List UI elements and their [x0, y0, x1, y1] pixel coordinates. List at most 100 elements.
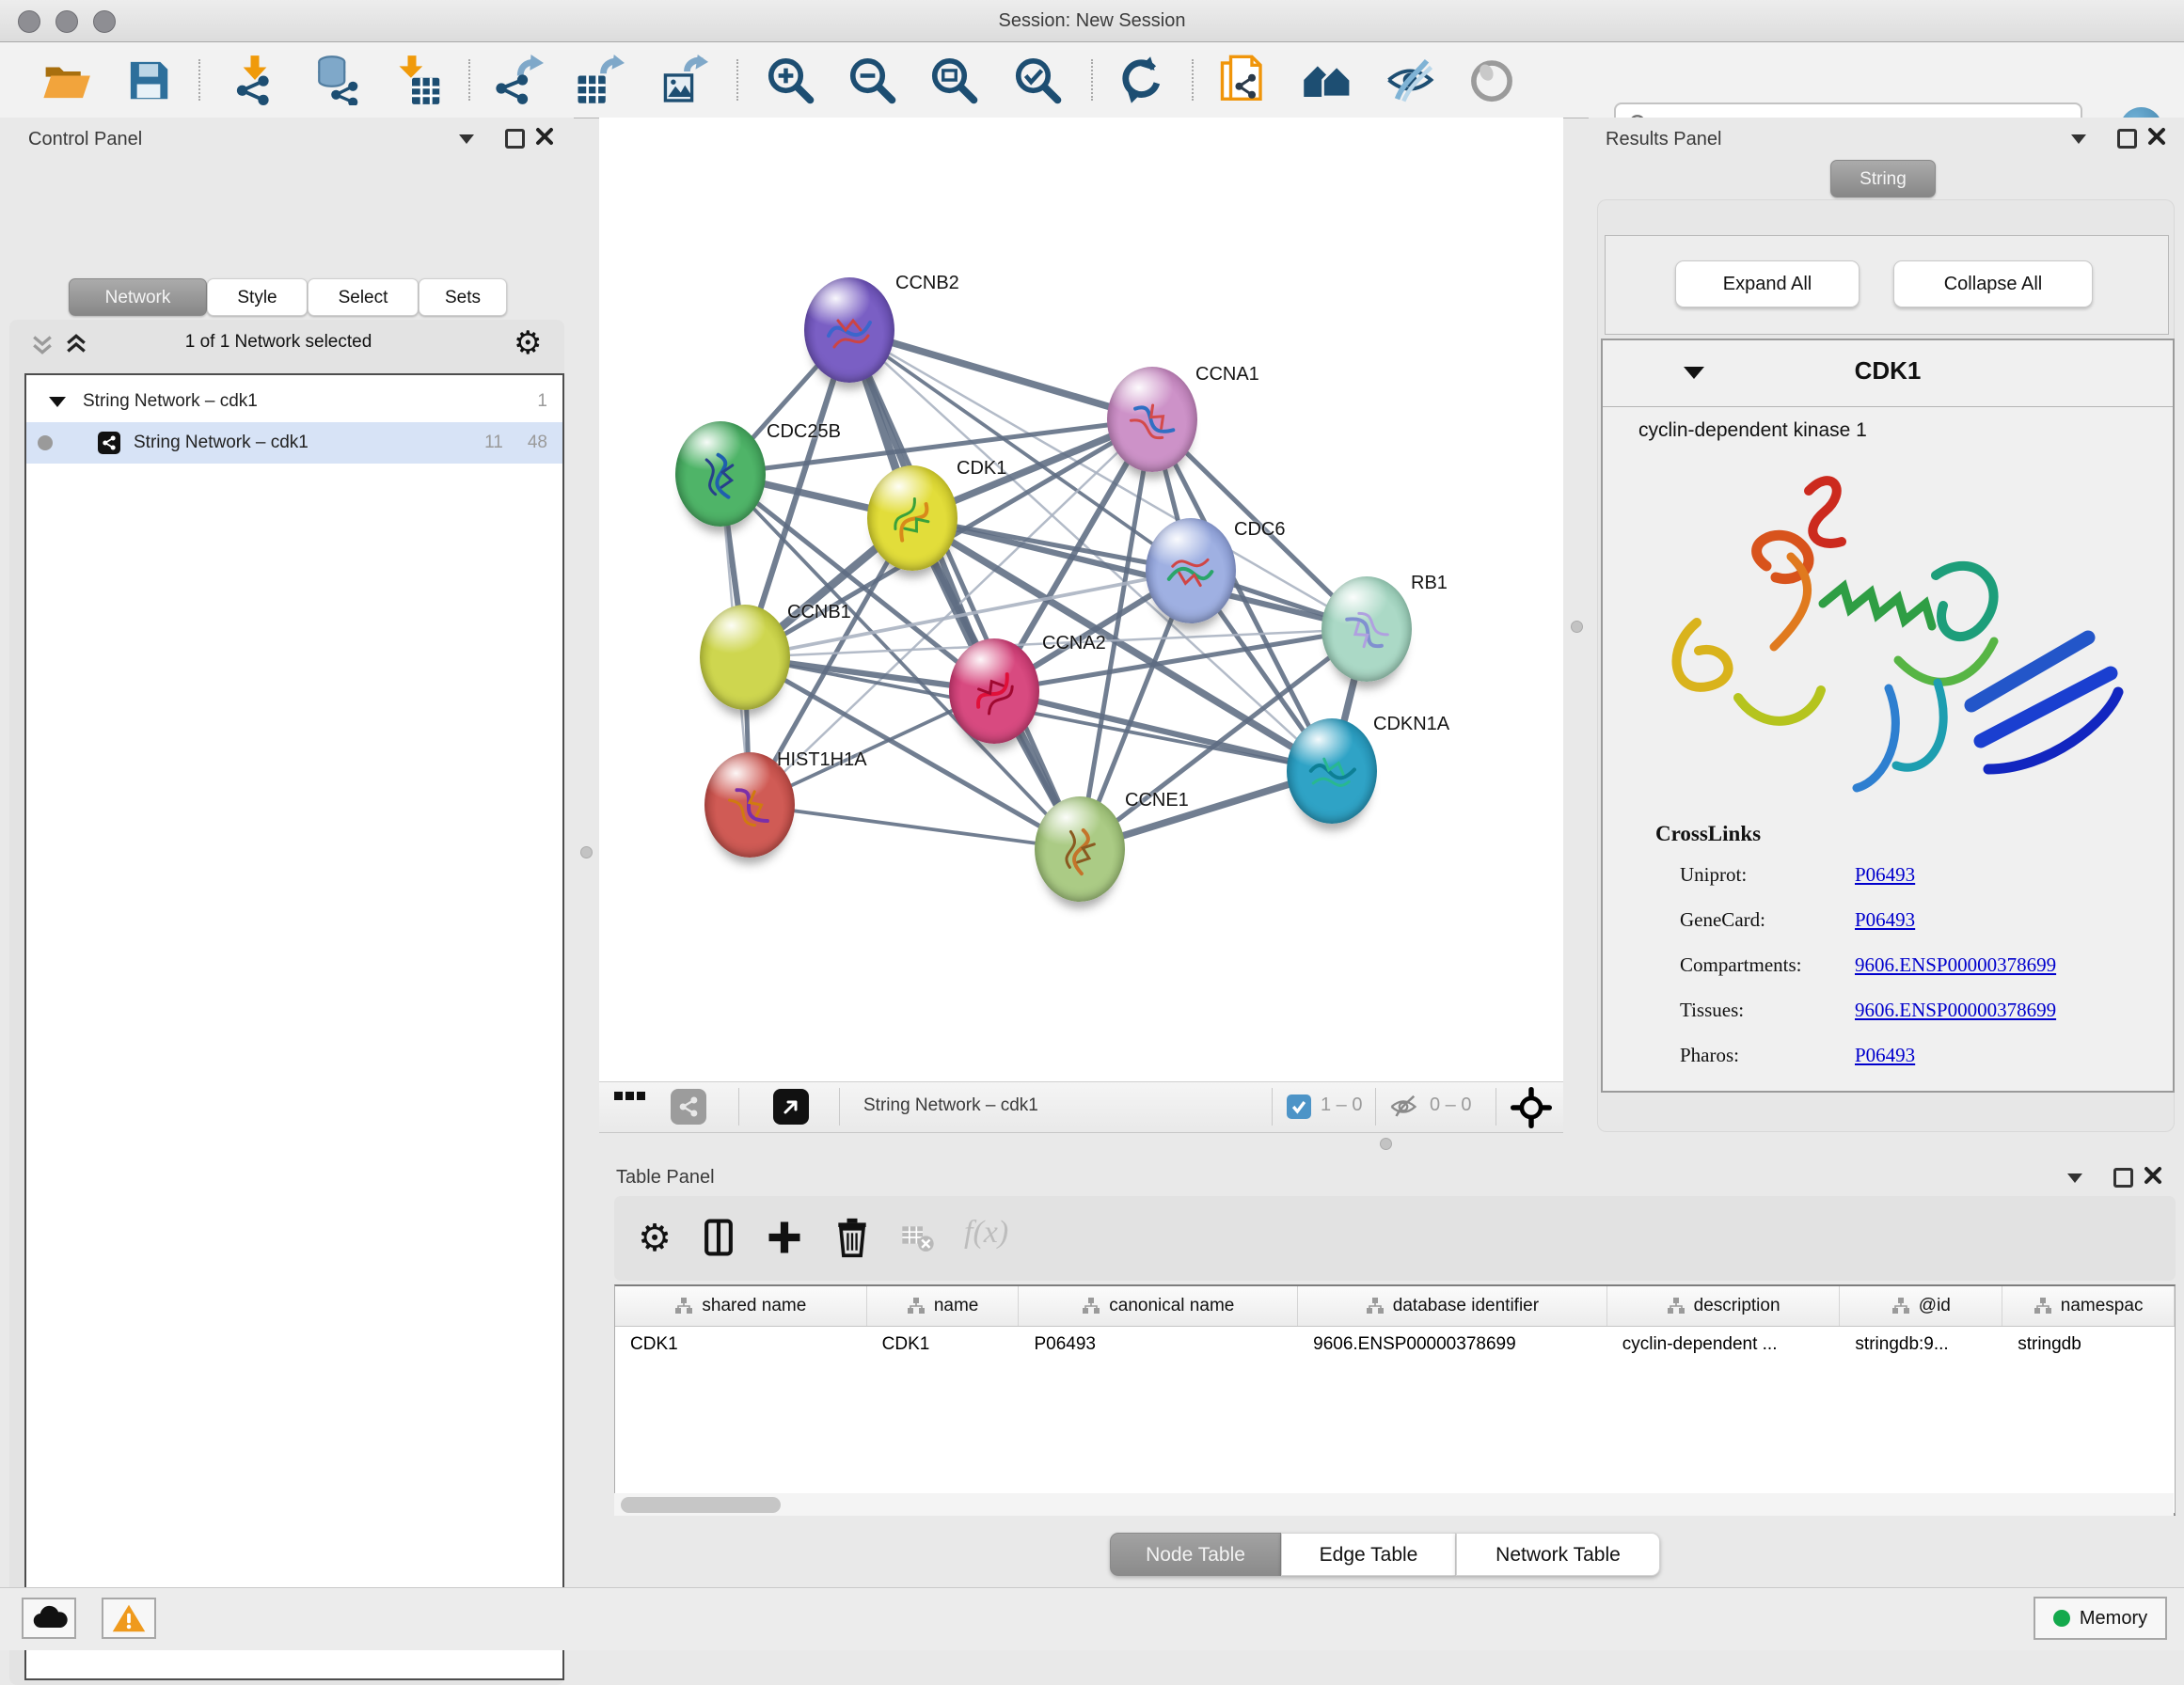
tab-sets[interactable]: Sets: [419, 278, 507, 316]
save-session-button[interactable]: [123, 55, 174, 105]
import-table-button[interactable]: [395, 55, 446, 105]
node-CCNA2[interactable]: [949, 638, 1039, 744]
horizontal-scrollbar[interactable]: [614, 1493, 2174, 1516]
panel-close-icon[interactable]: [2147, 127, 2166, 150]
zoom-selected-button[interactable]: [1012, 55, 1063, 105]
crosslink-link[interactable]: P06493: [1855, 908, 1915, 932]
tab-node-table[interactable]: Node Table: [1110, 1533, 1281, 1576]
zoom-fit-button[interactable]: [928, 55, 979, 105]
hidden-eye-icon[interactable]: [1388, 1093, 1418, 1126]
center-crosshair-icon[interactable]: [1511, 1087, 1552, 1133]
node-CCNB1[interactable]: [700, 605, 790, 710]
node-CCNB2[interactable]: [804, 277, 894, 383]
protein-card-header[interactable]: CDK1: [1603, 340, 2173, 407]
memory-button[interactable]: Memory: [2034, 1597, 2167, 1640]
memory-label: Memory: [2080, 1608, 2147, 1630]
network-overview-button[interactable]: [1302, 55, 1353, 105]
tab-string[interactable]: String: [1830, 160, 1936, 197]
tab-style[interactable]: Style: [207, 278, 308, 316]
table-cell[interactable]: CDK1: [615, 1326, 867, 1363]
edge-HIST1H1A-CCNE1[interactable]: [750, 805, 1080, 849]
node-CDKN1A[interactable]: [1287, 718, 1377, 824]
node-RB1[interactable]: [1321, 576, 1412, 682]
node-CDC25B[interactable]: [675, 421, 766, 527]
column-header-name[interactable]: name: [867, 1286, 1020, 1326]
panel-menu-icon[interactable]: [2071, 134, 2086, 144]
grid-view-icon[interactable]: [614, 1092, 645, 1106]
import-network-file-button[interactable]: [229, 55, 280, 105]
network-row-selected[interactable]: String Network – cdk1 11 48: [26, 422, 562, 464]
tab-select[interactable]: Select: [308, 278, 419, 316]
refresh-icon: [1116, 55, 1166, 105]
table-cell[interactable]: CDK1: [867, 1326, 1020, 1363]
network-collection-row[interactable]: String Network – cdk1 1: [26, 381, 562, 422]
table-cell[interactable]: stringdb:9...: [1840, 1326, 2002, 1363]
zoom-out-button[interactable]: [847, 55, 897, 105]
node-CCNE1[interactable]: [1035, 796, 1125, 902]
node-CCNA1[interactable]: [1107, 367, 1197, 472]
panel-float-icon[interactable]: [2113, 1168, 2133, 1188]
import-network-database-button[interactable]: [309, 55, 359, 105]
tab-network-table[interactable]: Network Table: [1456, 1533, 1660, 1576]
horizontal-scrollbar-thumb[interactable]: [621, 1497, 781, 1513]
edge-CCNB2-CCNE1[interactable]: [849, 330, 1080, 849]
selected-checkbox[interactable]: [1287, 1094, 1311, 1119]
export-network-button[interactable]: [493, 55, 544, 105]
node-CDC6[interactable]: [1146, 518, 1236, 623]
crosslink-link[interactable]: 9606.ENSP00000378699: [1855, 953, 2056, 977]
column-header-canonical-name[interactable]: canonical name: [1019, 1286, 1298, 1326]
panel-float-icon[interactable]: [2117, 129, 2137, 149]
expand-all-button[interactable]: Expand All: [1675, 260, 1860, 307]
tab-network[interactable]: Network: [69, 278, 207, 316]
right-splitter-handle[interactable]: [1571, 621, 1583, 633]
function-builder-icon[interactable]: f(x): [964, 1215, 1008, 1251]
zoom-in-button[interactable]: [765, 55, 815, 105]
bottom-splitter-handle[interactable]: [1380, 1138, 1392, 1150]
column-header-description[interactable]: description: [1607, 1286, 1841, 1326]
table-cell[interactable]: cyclin-dependent ...: [1607, 1326, 1841, 1363]
network-options-gear-icon[interactable]: ⚙: [514, 326, 542, 360]
panel-close-icon[interactable]: [535, 127, 554, 150]
hide-graphics-button[interactable]: [1385, 55, 1435, 105]
export-image-button[interactable]: [657, 55, 708, 105]
tree-expander-icon[interactable]: [49, 397, 66, 407]
delete-column-trash-icon[interactable]: [831, 1217, 874, 1260]
network-canvas[interactable]: CCNB2 CCNA1 CDC25B CDK1 CDC6 RB1CCNB1 CC…: [599, 118, 1563, 1081]
left-splitter-handle[interactable]: [580, 846, 593, 858]
collapse-all-button[interactable]: Collapse All: [1893, 260, 2093, 307]
protein-ribbon-icon: [1107, 367, 1197, 472]
goto-network-icon[interactable]: [773, 1089, 809, 1125]
delete-table-icon[interactable]: [896, 1217, 940, 1260]
export-table-button[interactable]: [574, 55, 625, 105]
add-column-icon[interactable]: [763, 1217, 806, 1260]
column-header-shared-name[interactable]: shared name: [615, 1286, 867, 1326]
panel-close-icon[interactable]: [2144, 1166, 2162, 1189]
share-view-icon[interactable]: [671, 1089, 706, 1125]
open-session-button[interactable]: [40, 55, 91, 105]
table-row[interactable]: CDK1CDK1P064939606.ENSP00000378699cyclin…: [615, 1326, 2175, 1363]
column-header--id[interactable]: @id: [1840, 1286, 2002, 1326]
crosslink-link[interactable]: 9606.ENSP00000378699: [1855, 999, 2056, 1022]
toolbar-separator: [198, 59, 200, 101]
column-header-namespac[interactable]: namespac: [2002, 1286, 2175, 1326]
tab-edge-table[interactable]: Edge Table: [1281, 1533, 1456, 1576]
network-label: String Network – cdk1: [134, 433, 309, 453]
panel-menu-icon[interactable]: [2067, 1173, 2082, 1183]
panel-menu-icon[interactable]: [459, 134, 474, 144]
crosslink-link[interactable]: P06493: [1855, 1044, 1915, 1067]
cloud-button[interactable]: [22, 1598, 76, 1639]
table-cell[interactable]: stringdb: [2002, 1326, 2175, 1363]
warning-button[interactable]: [102, 1598, 156, 1639]
table-cell[interactable]: 9606.ENSP00000378699: [1298, 1326, 1607, 1363]
column-header-database-identifier[interactable]: database identifier: [1298, 1286, 1607, 1326]
panel-float-icon[interactable]: [505, 129, 525, 149]
crosslink-link[interactable]: P06493: [1855, 863, 1915, 887]
table-panel-title: Table Panel: [616, 1167, 715, 1189]
select-columns-icon[interactable]: [697, 1217, 740, 1260]
refresh-view-button[interactable]: [1116, 55, 1166, 105]
string-document-button[interactable]: [1218, 55, 1269, 105]
table-cell[interactable]: P06493: [1019, 1326, 1298, 1363]
show-graphics-button[interactable]: [1466, 55, 1517, 105]
table-settings-gear-icon[interactable]: ⚙: [633, 1217, 676, 1260]
node-CDK1[interactable]: [867, 465, 957, 571]
